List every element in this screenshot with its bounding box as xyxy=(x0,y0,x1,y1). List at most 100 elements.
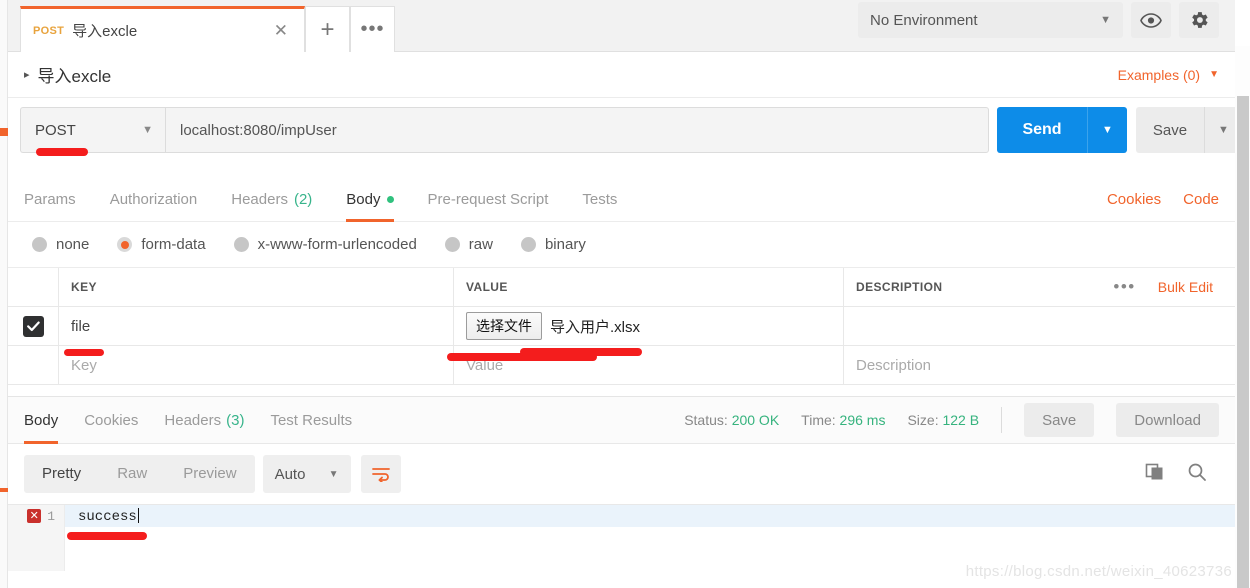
sidebar-edge xyxy=(0,0,8,588)
radio-icon xyxy=(32,237,47,252)
save-response-button[interactable]: Save xyxy=(1024,403,1095,437)
code-gutter: ✕ 1 xyxy=(8,505,65,527)
response-tab-headers-label: Headers xyxy=(164,411,222,429)
chevron-right-icon[interactable]: ▸ xyxy=(24,68,30,81)
code-link[interactable]: Code xyxy=(1183,191,1219,208)
body-type-raw[interactable]: raw xyxy=(444,236,493,253)
environment-selector[interactable]: No Environment ▼ xyxy=(858,2,1123,38)
response-tab-test-results[interactable]: Test Results xyxy=(270,396,352,444)
page-scrollbar-track[interactable] xyxy=(1235,46,1250,588)
code-line[interactable]: ✕ 1 success xyxy=(8,505,1235,527)
chevron-down-icon: ▼ xyxy=(142,124,153,136)
row-description-cell[interactable] xyxy=(844,307,1235,345)
table-row: file 选择文件 导入用户.xlsx xyxy=(8,307,1235,346)
response-tab-body-label: Body xyxy=(24,411,59,429)
radio-icon xyxy=(444,237,460,252)
download-response-button[interactable]: Download xyxy=(1116,403,1219,437)
tab-body[interactable]: Body xyxy=(346,178,394,222)
status-stat: Status: 200 OK xyxy=(684,412,779,428)
page-title: 导入excle xyxy=(37,67,112,86)
empty-row-value-cell[interactable]: Value xyxy=(454,346,844,384)
body-type-form-data-label: form-data xyxy=(141,236,206,253)
tab-options-icon[interactable]: ••• xyxy=(350,6,395,52)
tab-headers-label: Headers xyxy=(231,191,288,208)
view-mode-preview[interactable]: Preview xyxy=(165,455,254,493)
body-type-radio-group: none form-data x-www-form-urlencoded raw… xyxy=(8,222,1235,268)
time-label: Time: xyxy=(801,412,836,428)
line-number: 1 xyxy=(47,508,55,524)
response-view-mode-group: Pretty Raw Preview xyxy=(24,455,255,493)
response-tab-headers-count: (3) xyxy=(226,411,245,429)
url-input[interactable]: localhost:8080/impUser xyxy=(165,107,989,153)
tab-params[interactable]: Params xyxy=(24,178,76,222)
selected-file-name: 导入用户.xlsx xyxy=(550,318,641,336)
copy-button[interactable] xyxy=(1145,462,1165,487)
response-tab-cookies[interactable]: Cookies xyxy=(84,396,138,444)
body-type-none[interactable]: none xyxy=(32,236,89,253)
send-options-button[interactable]: ▼ xyxy=(1087,107,1127,153)
eye-icon xyxy=(1140,12,1162,28)
body-type-form-data[interactable]: form-data xyxy=(117,236,206,253)
request-tab-active[interactable]: POST 导入excle ✕ xyxy=(20,6,305,52)
form-data-table: KEY VALUE DESCRIPTION ••• Bulk Edit file… xyxy=(8,268,1235,385)
tab-params-label: Params xyxy=(24,191,76,208)
empty-row-key-cell[interactable]: Key xyxy=(59,346,454,384)
body-type-raw-label: raw xyxy=(468,236,493,253)
request-tab-links: Cookies Code xyxy=(1107,191,1219,208)
response-format-selector[interactable]: Auto ▼ xyxy=(262,455,351,493)
response-tab-headers[interactable]: Headers (3) xyxy=(164,396,244,444)
settings-button[interactable] xyxy=(1179,2,1219,38)
chevron-down-icon: ▼ xyxy=(328,468,339,480)
new-tab-button[interactable]: + xyxy=(305,6,350,52)
empty-row-description-cell[interactable]: Description xyxy=(844,346,1235,384)
body-type-urlencoded[interactable]: x-www-form-urlencoded xyxy=(233,236,417,253)
tab-strip: POST 导入excle ✕ + ••• No Environment ▼ xyxy=(8,0,1235,52)
page-scrollbar-thumb[interactable] xyxy=(1237,96,1249,588)
request-section-tabs: Params Authorization Headers (2) Body Pr… xyxy=(8,178,1235,222)
view-mode-raw[interactable]: Raw xyxy=(99,455,165,493)
send-button[interactable]: Send xyxy=(997,107,1087,153)
http-method-selector[interactable]: POST ▼ xyxy=(20,107,165,153)
choose-file-button[interactable]: 选择文件 xyxy=(466,312,542,340)
tab-headers[interactable]: Headers (2) xyxy=(231,178,312,222)
search-response-button[interactable] xyxy=(1187,462,1207,487)
environment-quick-look-button[interactable] xyxy=(1131,2,1171,38)
size-stat: Size: 122 B xyxy=(907,412,979,428)
header-cell-checkbox xyxy=(8,268,59,306)
header-cell-value: VALUE xyxy=(454,268,844,306)
tab-pre-request-script[interactable]: Pre-request Script xyxy=(428,178,549,222)
url-value: localhost:8080/impUser xyxy=(180,121,337,139)
row-key-cell[interactable]: file xyxy=(59,307,454,345)
row-key-value: file xyxy=(71,317,91,335)
code-line-value: success xyxy=(78,508,137,525)
table-options-icon[interactable]: ••• xyxy=(1113,277,1135,297)
word-wrap-button[interactable] xyxy=(360,455,401,493)
table-header-row: KEY VALUE DESCRIPTION ••• Bulk Edit xyxy=(8,268,1235,307)
bulk-edit-link[interactable]: Bulk Edit xyxy=(1158,279,1213,295)
status-label: Status: xyxy=(684,412,728,428)
tab-pre-request-script-label: Pre-request Script xyxy=(427,191,549,208)
response-format-label: Auto xyxy=(274,465,306,483)
radio-icon xyxy=(520,237,536,252)
save-request-button[interactable]: Save xyxy=(1136,107,1204,153)
response-tab-body[interactable]: Body xyxy=(24,396,59,444)
response-stats: Status: 200 OK Time: 296 ms Size: 122 B … xyxy=(684,403,1219,437)
request-tab-method: POST xyxy=(33,24,65,37)
gear-icon xyxy=(1192,12,1208,28)
chevron-down-icon: ▼ xyxy=(1100,14,1111,26)
close-icon[interactable]: ✕ xyxy=(270,20,292,41)
view-mode-pretty[interactable]: Pretty xyxy=(24,455,99,493)
header-key-label: KEY xyxy=(71,280,97,294)
tab-headers-count: (2) xyxy=(293,191,313,208)
row-checkbox[interactable] xyxy=(22,315,44,337)
body-type-binary[interactable]: binary xyxy=(520,236,586,253)
tab-tests[interactable]: Tests xyxy=(582,178,617,222)
examples-dropdown[interactable]: Examples (0) ▼ xyxy=(1118,67,1219,83)
tab-tests-label: Tests xyxy=(582,191,618,208)
breadcrumb: ▸ 导入excle Examples (0) ▼ xyxy=(8,52,1235,98)
cookies-link[interactable]: Cookies xyxy=(1107,191,1161,208)
error-marker-icon[interactable]: ✕ xyxy=(27,509,42,523)
row-value-cell[interactable]: 选择文件 导入用户.xlsx xyxy=(454,307,844,345)
tab-authorization[interactable]: Authorization xyxy=(110,178,198,222)
header-value-label: VALUE xyxy=(466,280,508,294)
